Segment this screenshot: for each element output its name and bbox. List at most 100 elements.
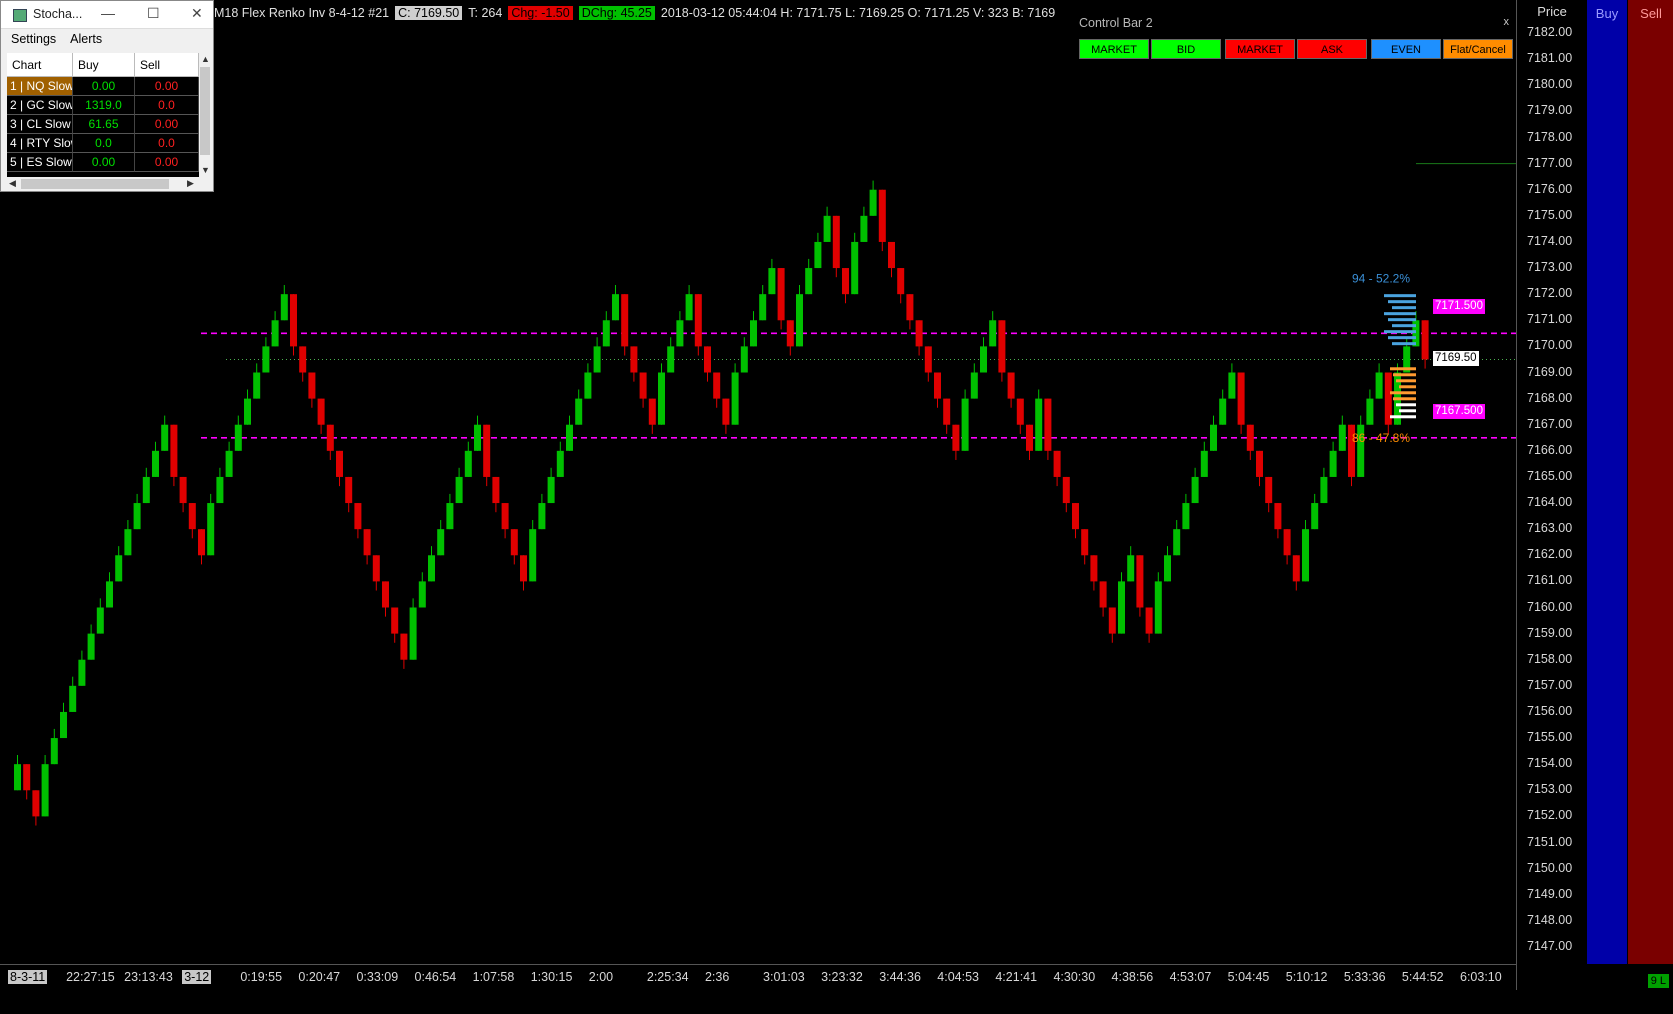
candle-body [1302, 529, 1309, 582]
candle-body [1182, 503, 1190, 530]
candle-body [1421, 320, 1429, 360]
cell-chart: 1 | NQ Slow [7, 77, 73, 96]
candle-body [1256, 450, 1263, 477]
chart-area[interactable]: 94 - 52.2% 86 - 47.8% [6, 0, 1516, 990]
table-row[interactable]: 2 | GC Slow 1319.0 0.0 [7, 96, 199, 115]
menu-settings[interactable]: Settings [11, 32, 56, 46]
candle-body [888, 241, 895, 269]
table-row[interactable]: 4 | RTY Slow 0.0 0.0 [7, 134, 199, 153]
cell-chart: 5 | ES Slow | [7, 153, 73, 172]
candle-body [943, 398, 951, 425]
sell-column[interactable]: Sell [1627, 0, 1673, 964]
time-label: 4:04:53 [937, 970, 979, 984]
candle-body [78, 659, 86, 686]
candle-body [694, 294, 702, 347]
column-header-sell[interactable]: Sell [135, 53, 199, 77]
candle-body [299, 346, 307, 373]
maximize-icon[interactable]: ☐ [147, 5, 160, 22]
candle-body [575, 398, 583, 425]
column-header-chart[interactable]: Chart [7, 53, 73, 77]
table-row[interactable]: 3 | CL Slow | 61.65 0.00 [7, 115, 199, 134]
scroll-right-icon[interactable]: ▶ [187, 178, 194, 189]
time-label: 2:36 [704, 970, 730, 984]
close-price-badge: C: 7169.50 [395, 6, 463, 20]
time-axis[interactable]: 8-3-11 22:27:15 23:13:43 3-12 0:19:55 0:20:47… [0, 964, 1516, 991]
candle-body [69, 685, 77, 712]
cell-buy: 0.00 [73, 77, 135, 96]
candle-body [483, 424, 491, 477]
cell-sell: 0.0 [135, 96, 199, 115]
price-axis[interactable]: Price 7182.00 7181.00 7180.00 7179.00 7178.0… [1433, 0, 1587, 990]
candle-body [621, 294, 629, 347]
price-tick-label: 7181.00 [1527, 51, 1573, 66]
candle-body [713, 372, 721, 399]
candle-body [1366, 398, 1374, 425]
candle-body [1053, 450, 1061, 477]
vertical-scrollbar[interactable]: ▲ ▼ [199, 53, 211, 177]
bottom-bar [0, 990, 1673, 1014]
ask-sell-button[interactable]: ASK [1297, 39, 1367, 59]
time-label: 0:46:54 [414, 970, 457, 984]
candle-body [363, 529, 371, 556]
column-header-buy[interactable]: Buy [73, 53, 135, 77]
candle-body [271, 320, 279, 347]
price-tick-label: 7159.00 [1527, 625, 1573, 640]
candle-body [915, 320, 923, 347]
candle-body [1210, 424, 1217, 451]
candle-body [1237, 372, 1245, 425]
cell-buy: 0.00 [73, 153, 135, 172]
candle-body [1283, 529, 1291, 556]
price-tick-label: 7154.00 [1527, 756, 1573, 771]
price-tick-label: 7166.00 [1527, 442, 1573, 457]
menu-alerts[interactable]: Alerts [70, 32, 102, 46]
bid-depth-bar [1388, 318, 1416, 322]
table-row[interactable]: 1 | NQ Slow 0.00 0.00 [7, 77, 199, 96]
bid-buy-button[interactable]: BID [1151, 39, 1221, 59]
cell-buy: 61.65 [73, 115, 135, 134]
price-flag: 7171.500 [1433, 299, 1485, 315]
candle-body [851, 241, 859, 295]
market-sell-button[interactable]: MARKET [1225, 39, 1295, 59]
candle-body [980, 346, 987, 373]
table-row[interactable]: 5 | ES Slow | 0.00 0.00 [7, 153, 199, 172]
candle-body [593, 346, 601, 373]
minimize-icon[interactable]: — [101, 5, 115, 21]
candle-body [1118, 581, 1125, 634]
scroll-down-icon[interactable]: ▼ [201, 165, 210, 175]
candle-body [234, 424, 242, 451]
candle-body [262, 346, 270, 373]
price-tick-label: 7180.00 [1527, 77, 1573, 92]
annotation-label: 86 - 47.8% [1352, 431, 1410, 445]
candle-body [60, 711, 67, 739]
price-tick-label: 7153.00 [1527, 782, 1573, 797]
candle-body [225, 450, 233, 477]
market-buy-button[interactable]: MARKET [1079, 39, 1149, 59]
stochastic-titlebar[interactable]: Stocha... — ☐ ✕ [1, 1, 213, 29]
candle-body [998, 320, 1006, 373]
candle-body [704, 346, 711, 373]
candle-body [842, 268, 849, 295]
horizontal-scrollbar[interactable]: ◀ ▶ [7, 177, 199, 191]
scroll-up-icon[interactable]: ▲ [201, 54, 210, 64]
time-label: 0:33:09 [356, 970, 399, 984]
buy-column[interactable]: Buy [1586, 0, 1627, 964]
candle-body [179, 476, 187, 504]
candle-body [188, 503, 196, 530]
control-bar-close-button[interactable]: x [1504, 16, 1510, 28]
change-badge: Chg: -1.50 [508, 6, 573, 20]
cell-chart: 3 | CL Slow | [7, 115, 73, 134]
cell-chart: 2 | GC Slow [7, 96, 73, 115]
scroll-thumb-horizontal[interactable] [21, 179, 169, 189]
scroll-thumb[interactable] [200, 67, 210, 155]
flat-cancel-button[interactable]: Flat/Cancel [1443, 39, 1513, 59]
candlestick-chart[interactable]: 94 - 52.2% 86 - 47.8% [6, 0, 1516, 964]
candle-body [612, 294, 619, 321]
even-button[interactable]: EVEN [1371, 39, 1441, 59]
scroll-left-icon[interactable]: ◀ [9, 178, 16, 189]
candle-body [814, 241, 822, 269]
bid-depth-bar [1384, 330, 1416, 334]
annotation-label: 94 - 52.2% [1352, 272, 1410, 286]
instrument-label: M18 Flex Renko Inv 8-4-12 #21 [214, 6, 390, 20]
close-icon[interactable]: ✕ [191, 5, 203, 22]
candle-body [1375, 372, 1383, 399]
